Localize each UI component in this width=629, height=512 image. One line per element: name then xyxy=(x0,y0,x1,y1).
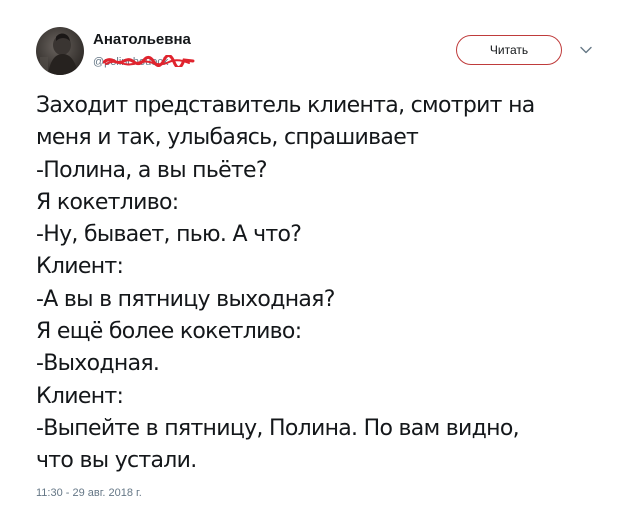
chevron-down-icon xyxy=(580,46,592,54)
avatar[interactable] xyxy=(36,27,84,75)
tweet-line: -Полина, а вы пьёте? xyxy=(36,157,268,183)
tweet: Анатольевна @polinchouock Читать Заходит… xyxy=(0,0,629,512)
redaction-scribble-icon xyxy=(103,55,195,67)
more-menu-button[interactable] xyxy=(578,43,594,57)
tweet-line: -Ну, бывает, пью. А что? xyxy=(36,222,302,248)
tweet-line: меня и так, улыбаясь, спрашивает xyxy=(36,125,419,151)
tweet-line: Я ещё более кокетливо: xyxy=(36,319,302,345)
tweet-line: Я кокетливо: xyxy=(36,189,179,215)
avatar-photo-icon xyxy=(40,33,78,75)
tweet-line: Заходит представитель клиента, смотрит н… xyxy=(36,93,535,118)
author-handle-container[interactable]: @polinchouock xyxy=(93,52,198,68)
tweet-line: что вы устали. xyxy=(36,448,197,474)
tweet-line: -Выходная. xyxy=(36,351,160,377)
tweet-text: Заходит представитель клиента, смотрит н… xyxy=(36,90,606,478)
follow-button[interactable]: Читать xyxy=(456,35,562,65)
author-name[interactable]: Анатольевна xyxy=(93,31,191,48)
tweet-timestamp[interactable]: 11:30 - 29 авг. 2018 г. xyxy=(36,487,142,499)
tweet-line: -А вы в пятницу выходная? xyxy=(36,286,335,312)
tweet-line: -Выпейте в пятницу, Полина. По вам видно… xyxy=(36,415,520,441)
tweet-line: Клиент: xyxy=(36,254,124,280)
tweet-line: Клиент: xyxy=(36,383,124,409)
